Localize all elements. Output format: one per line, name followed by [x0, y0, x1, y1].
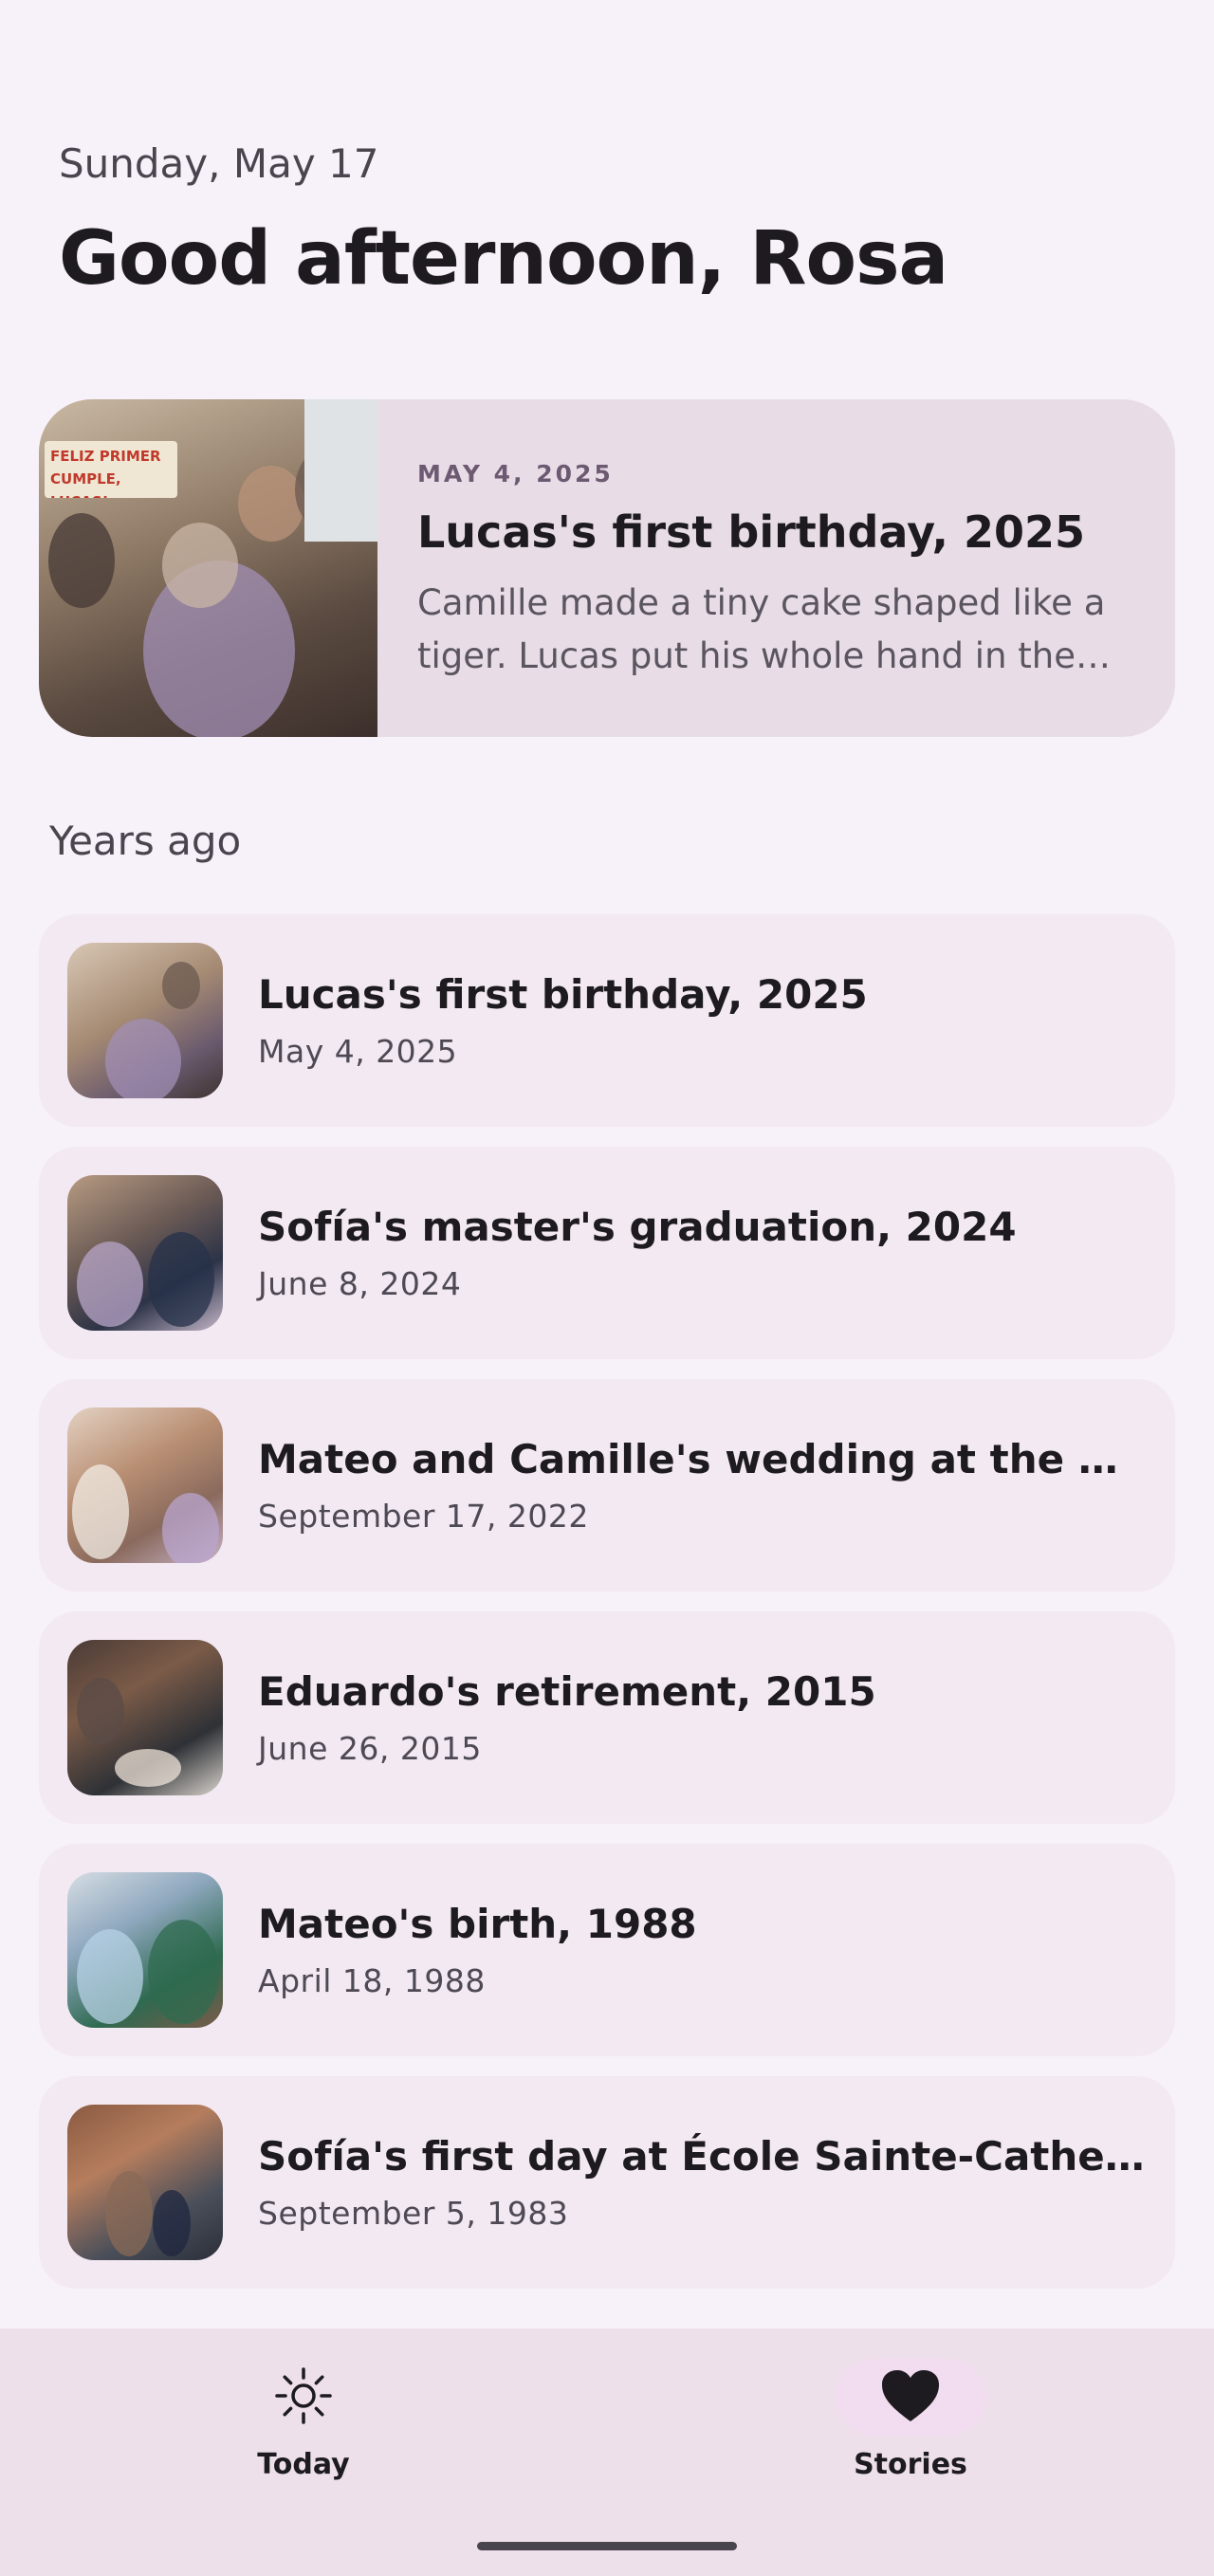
story-title: Sofía's first day at École Sainte-Cather…: [258, 2133, 1145, 2180]
story-thumbnail: [67, 1872, 223, 2028]
story-date: May 4, 2025: [258, 1033, 458, 1070]
story-date: September 17, 2022: [258, 1498, 589, 1535]
featured-story-date: MAY 4, 2025: [417, 460, 614, 488]
stories-list: Lucas's first birthday, 2025 May 4, 2025…: [39, 914, 1175, 2309]
story-thumbnail: [67, 1408, 223, 1563]
story-item[interactable]: Mateo's birth, 1988 April 18, 1988: [39, 1844, 1175, 2056]
sun-icon: [273, 2365, 334, 2430]
story-date: June 26, 2015: [258, 1730, 482, 1767]
featured-story-title: Lucas's first birthday, 2025: [417, 506, 1085, 558]
story-thumbnail: [67, 2105, 223, 2260]
featured-story-excerpt: Camille made a tiny cake shaped like a t…: [417, 582, 1106, 676]
bottom-navigation: Today Stories: [0, 2328, 1214, 2576]
greeting-title: Good afternoon, Rosa: [59, 216, 948, 302]
nav-tab-today[interactable]: Today: [190, 2359, 417, 2481]
section-title-years-ago: Years ago: [49, 818, 242, 864]
story-thumbnail: [67, 1640, 223, 1795]
nav-today-indicator: [228, 2359, 379, 2437]
featured-story-card[interactable]: FELIZ PRIMER CUMPLE, LUCAS! MAY 4, 2025 …: [39, 399, 1175, 737]
story-date: April 18, 1988: [258, 1962, 486, 1999]
story-item[interactable]: Sofía's first day at École Sainte-Cather…: [39, 2076, 1175, 2289]
story-thumbnail: [67, 943, 223, 1098]
story-title: Sofía's master's graduation, 2024: [258, 1204, 1017, 1250]
story-title: Eduardo's retirement, 2015: [258, 1668, 876, 1715]
home-indicator[interactable]: [477, 2542, 737, 2550]
story-title: Mateo and Camille's wedding at the Verge…: [258, 1436, 1145, 1482]
story-date: June 8, 2024: [258, 1265, 462, 1302]
app-screen: Sunday, May 17 Good afternoon, Rosa FELI…: [0, 0, 1214, 2576]
story-title: Mateo's birth, 1988: [258, 1901, 697, 1947]
story-item[interactable]: Mateo and Camille's wedding at the Verge…: [39, 1379, 1175, 1592]
date-label: Sunday, May 17: [59, 140, 379, 187]
birthday-banner-text: FELIZ PRIMER CUMPLE, LUCAS!: [50, 448, 161, 498]
nav-stories-label: Stories: [854, 2448, 967, 2481]
story-item[interactable]: Sofía's master's graduation, 2024 June 8…: [39, 1147, 1175, 1359]
nav-today-label: Today: [257, 2448, 350, 2481]
story-date: September 5, 1983: [258, 2195, 569, 2232]
story-title: Lucas's first birthday, 2025: [258, 971, 868, 1018]
nav-stories-active-indicator: [835, 2359, 986, 2437]
heart-icon: [880, 2368, 941, 2427]
nav-tab-stories[interactable]: Stories: [797, 2359, 1024, 2481]
featured-story-photo: FELIZ PRIMER CUMPLE, LUCAS!: [39, 399, 377, 737]
story-thumbnail: [67, 1175, 223, 1331]
story-item[interactable]: Eduardo's retirement, 2015 June 26, 2015: [39, 1611, 1175, 1824]
story-item[interactable]: Lucas's first birthday, 2025 May 4, 2025: [39, 914, 1175, 1127]
